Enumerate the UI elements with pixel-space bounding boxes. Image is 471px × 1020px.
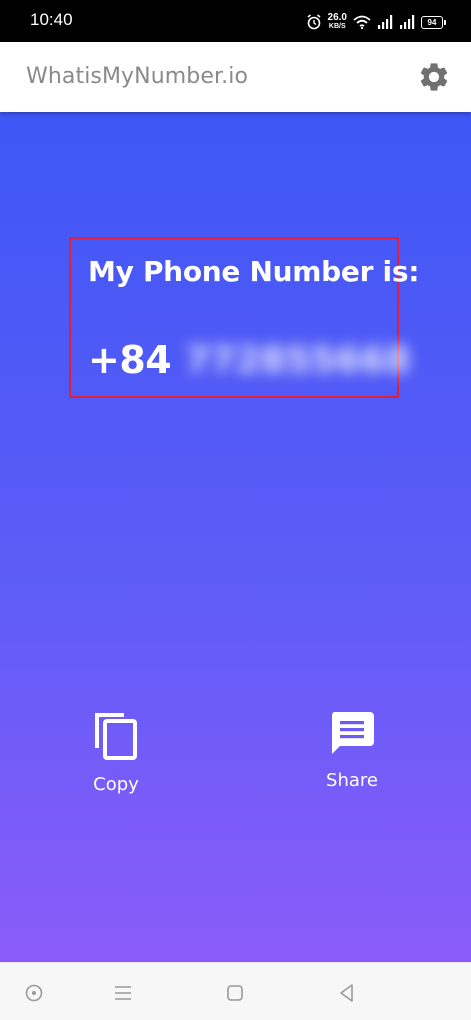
- country-code: +84: [88, 338, 172, 382]
- alarm-icon: [307, 14, 321, 30]
- battery-icon: 94: [421, 15, 446, 29]
- menu-icon[interactable]: [112, 982, 134, 1004]
- gear-icon: [420, 63, 448, 91]
- home-icon[interactable]: [224, 982, 246, 1004]
- share-message-icon: [331, 712, 374, 754]
- app-title: WhatisMyNumber.io: [26, 64, 249, 89]
- network-speed: 26.0 KB/S: [328, 13, 347, 31]
- battery-level: 94: [427, 17, 437, 27]
- phone-number-label: My Phone Number is:: [88, 255, 420, 288]
- phone-number-row: +84 772855668: [88, 338, 411, 382]
- copy-button[interactable]: Copy: [80, 710, 152, 795]
- app-header: WhatisMyNumber.io: [0, 42, 471, 112]
- share-label: Share: [326, 770, 378, 791]
- phone-number-blurred: 772855668: [185, 339, 411, 381]
- status-icons: 26.0 KB/S 94: [306, 12, 446, 32]
- network-speed-unit: KB/S: [328, 23, 346, 30]
- status-bar: 10:40 26.0 KB/S 94: [0, 0, 471, 42]
- main-content: My Phone Number is: +84 772855668 Copy S…: [0, 112, 471, 962]
- copy-icon: [95, 713, 137, 760]
- back-icon[interactable]: [336, 982, 358, 1004]
- assistant-icon[interactable]: [23, 982, 45, 1004]
- signal-icon: [378, 15, 393, 29]
- wifi-icon: [353, 15, 371, 29]
- network-speed-value: 26.0: [327, 12, 347, 23]
- status-time: 10:40: [30, 10, 73, 29]
- settings-button[interactable]: [417, 60, 451, 94]
- share-button[interactable]: Share: [316, 710, 388, 791]
- navigation-bar: [0, 962, 471, 1020]
- phone-screen: 10:40 26.0 KB/S 94 WhatisMyNumber.io My …: [0, 0, 471, 1020]
- copy-label: Copy: [93, 774, 139, 795]
- signal-icon: [400, 15, 415, 29]
- phone-number-highlight: My Phone Number is: +84 772855668: [69, 237, 419, 398]
